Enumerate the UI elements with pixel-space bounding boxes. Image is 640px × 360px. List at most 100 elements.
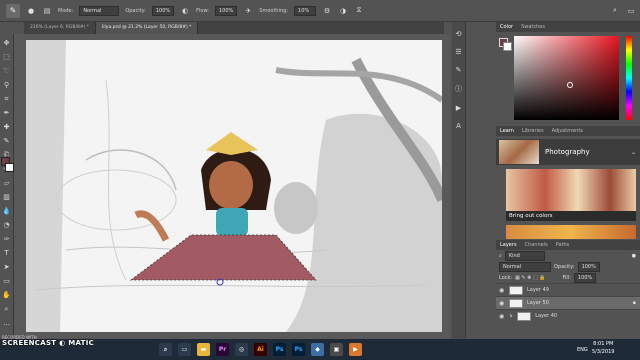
blur-tool-icon[interactable]: 💧 (2, 206, 12, 216)
tab-document-1[interactable]: 220% (Layer 6, RGB/8#) * (24, 22, 97, 34)
blend-mode-select[interactable]: Normal (499, 261, 551, 272)
brush-settings-icon[interactable]: ▤ (42, 6, 52, 16)
file-explorer-icon[interactable]: ▬ (197, 343, 210, 356)
tab-paths[interactable]: Paths (556, 242, 570, 248)
lock-label: Lock: (499, 274, 513, 281)
flow-field[interactable]: 100% (215, 5, 238, 16)
color-picker-ring[interactable] (567, 82, 573, 88)
path-select-icon[interactable]: ➤ (2, 262, 12, 272)
learn-category-row[interactable]: Photography ⌄ (496, 139, 640, 165)
pressure-size-icon[interactable]: ◑ (338, 6, 348, 16)
document-canvas[interactable] (26, 40, 442, 332)
symmetry-icon[interactable]: ⧖ (354, 6, 364, 16)
dodge-tool-icon[interactable]: ◔ (2, 220, 12, 230)
zoom-tool-icon[interactable]: ⌕ (2, 304, 12, 314)
layer-name[interactable]: Layer 50 (527, 300, 549, 306)
system-clock[interactable]: 8:01 PM 5/3/2019 (592, 340, 614, 356)
filter-toggle-icon[interactable]: ● (632, 253, 636, 259)
workspace-icon[interactable]: ▭ (626, 6, 636, 16)
language-indicator[interactable]: ENG (577, 347, 588, 353)
eye-icon[interactable]: ◉ (499, 313, 505, 320)
move-tool-icon[interactable]: ✥ (2, 38, 12, 48)
gear-icon[interactable]: ⚙ (322, 6, 332, 16)
layer-opacity-field[interactable]: 100% (577, 261, 600, 272)
eyedropper-icon[interactable]: ✒ (2, 108, 12, 118)
pressure-opacity-icon[interactable]: ◐ (180, 6, 190, 16)
background-color-chip[interactable] (503, 42, 512, 51)
illustrator-icon[interactable]: Ai (254, 343, 267, 356)
chrome-icon[interactable]: ◎ (235, 343, 248, 356)
photoshop-icon[interactable]: Ps (273, 343, 286, 356)
character-panel-icon[interactable]: A (456, 122, 461, 130)
windows-taskbar: ⌕ ▭ ▬ Pr ◎ Ai Ps Ps ◆ ▣ ▶ (0, 339, 640, 360)
tab-adjustments[interactable]: Adjustments (552, 128, 583, 134)
background-color-swatch[interactable] (5, 163, 14, 172)
options-bar: ✎ ● ▤ Mode: Normal Opacity: 100% ◐ Flow:… (0, 0, 640, 22)
info-panel-icon[interactable]: ⓘ (455, 84, 462, 94)
photoshop-window: ✎ ● ▤ Mode: Normal Opacity: 100% ◐ Flow:… (0, 0, 640, 360)
properties-panel-icon[interactable]: ☰ (455, 48, 461, 56)
layer-row[interactable]: ◉ Layer 49 (496, 283, 640, 296)
history-panel-icon[interactable]: ⟲ (456, 30, 462, 38)
brush-tool-icon[interactable]: ✎ (2, 136, 12, 146)
lock-icons[interactable]: ▦ ✎ ✥ ⬚ 🔒 (515, 275, 545, 281)
crop-tool-icon[interactable]: ⌗ (2, 94, 12, 104)
search-icon[interactable]: ⌕ (610, 6, 620, 16)
mode-select[interactable]: Normal (79, 5, 120, 16)
clip-arrow-icon: ↳ (509, 313, 514, 319)
type-tool-icon[interactable]: T (2, 248, 12, 258)
tutorial-card-title: Bring out colors (506, 211, 636, 221)
search-icon[interactable]: ⌕ (159, 343, 172, 356)
tutorial-card[interactable]: Bring out colors (506, 169, 636, 221)
quick-select-icon[interactable]: ⚲ (2, 80, 12, 90)
shape-tool-icon[interactable]: ▭ (2, 276, 12, 286)
hue-slider[interactable] (626, 36, 632, 120)
app-2-icon[interactable]: ▣ (330, 343, 343, 356)
smoothing-field[interactable]: 10% (294, 5, 317, 16)
chevron-down-icon[interactable]: ⌄ (631, 149, 636, 156)
tab-libraries[interactable]: Libraries (522, 128, 544, 134)
lasso-tool-icon[interactable]: ➰ (2, 66, 12, 76)
brushes-panel-icon[interactable]: ✎ (456, 66, 462, 74)
tab-color[interactable]: Color (500, 24, 513, 30)
tab-layers[interactable]: Layers (500, 242, 517, 248)
hand-tool-icon[interactable]: ✋ (2, 290, 12, 300)
eye-icon[interactable]: ◉ (499, 287, 505, 294)
clock-time: 8:01 PM (593, 341, 614, 347)
gradient-tool-icon[interactable]: ▥ (2, 192, 12, 202)
tab-swatches[interactable]: Swatches (521, 24, 545, 30)
layer-thumbnail (509, 298, 523, 308)
collapsed-panel-strip: ⟲ ☰ ✎ ⓘ ▶ A (452, 22, 466, 339)
opacity-field[interactable]: 100% (151, 5, 175, 16)
brush-tool-icon[interactable]: ✎ (6, 3, 20, 18)
fill-field[interactable]: 100% (573, 272, 597, 283)
marquee-tool-icon[interactable]: ⬚ (2, 52, 12, 62)
more-tools-icon[interactable]: … (2, 318, 12, 328)
clock-date: 5/3/2019 (592, 349, 615, 355)
tab-learn[interactable]: Learn (500, 128, 514, 134)
tutorial-card-next[interactable] (506, 225, 636, 239)
actions-panel-icon[interactable]: ▶ (456, 104, 461, 112)
layer-kind-select[interactable]: Kind (504, 250, 545, 261)
healing-brush-icon[interactable]: ✚ (2, 122, 12, 132)
recorder-icon[interactable]: ▶ (349, 343, 362, 356)
task-view-icon[interactable]: ▭ (178, 343, 191, 356)
filter-icon: ⌕ (499, 252, 502, 259)
tab-channels[interactable]: Channels (525, 242, 548, 248)
screencast-watermark: SCREENCAST ◐ MATIC (2, 339, 95, 347)
tab-document-2[interactable]: lilya.psd @ 21.2% (Layer 50, RGB/8#) * (96, 22, 199, 34)
layer-row[interactable]: ◉ ↳ Layer 40 (496, 309, 640, 322)
color-picker-field[interactable] (514, 36, 619, 120)
airbrush-icon[interactable]: ✈ (243, 6, 253, 16)
layer-row[interactable]: ◉ Layer 50 ▪ (496, 296, 640, 309)
brush-preset-icon[interactable]: ● (26, 6, 36, 16)
photoshop-2-icon[interactable]: Ps (292, 343, 305, 356)
eraser-icon[interactable]: ▱ (2, 178, 12, 188)
eye-icon[interactable]: ◉ (499, 300, 505, 307)
app-icon[interactable]: ◆ (311, 343, 324, 356)
layer-name[interactable]: Layer 49 (527, 287, 549, 293)
pen-tool-icon[interactable]: ✑ (2, 234, 12, 244)
layer-opacity-label: Opacity: (554, 263, 575, 270)
layer-name[interactable]: Layer 40 (535, 313, 557, 319)
premiere-icon[interactable]: Pr (216, 343, 229, 356)
